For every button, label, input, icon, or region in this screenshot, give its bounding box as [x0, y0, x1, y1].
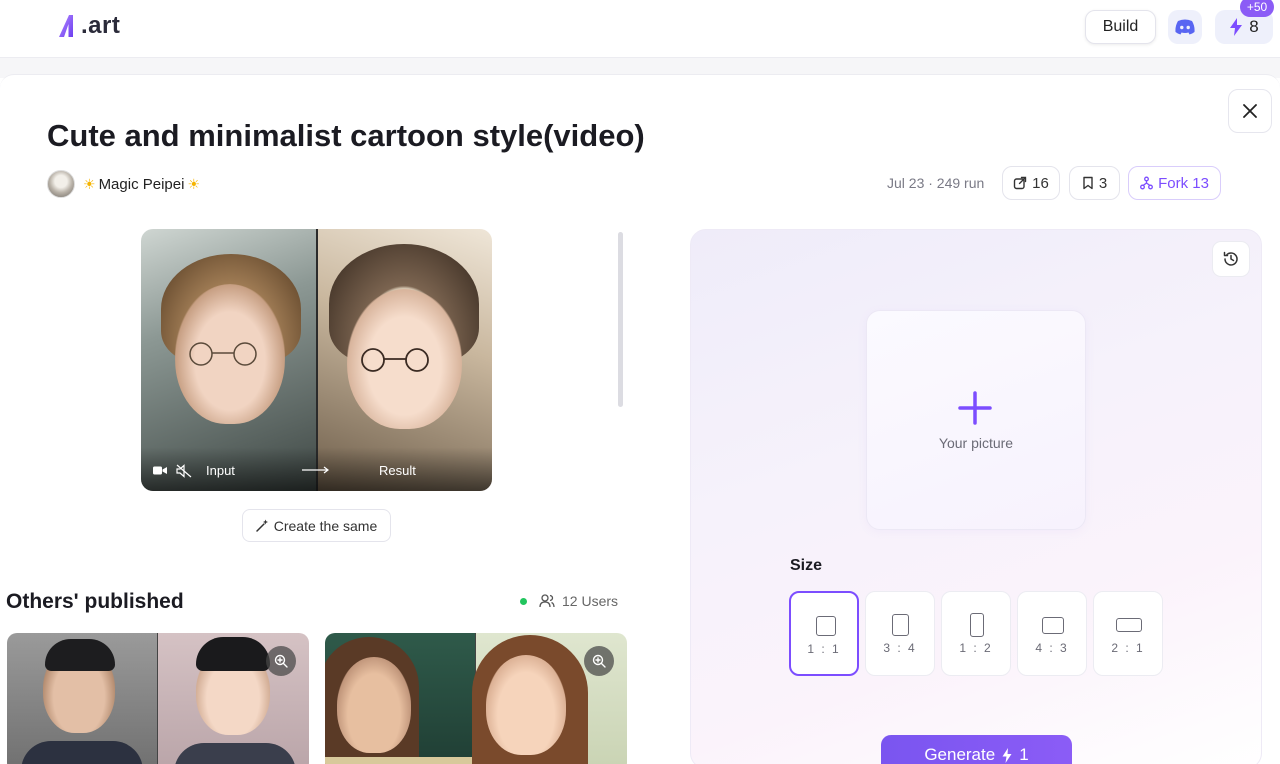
page-title: Cute and minimalist cartoon style(video): [47, 118, 645, 153]
wide-ratio-icon: [1116, 618, 1142, 632]
size-option-label: 4 : 3: [1035, 641, 1069, 655]
video-camera-icon: [153, 466, 167, 475]
zoom-in-icon: [274, 654, 288, 668]
size-option-label: 2 : 1: [1111, 641, 1145, 655]
magic-wand-icon: [256, 519, 268, 532]
bookmark-icon: [1083, 176, 1093, 190]
arrow-right-icon: [302, 466, 329, 474]
top-bar: .art Build 8 +50: [0, 0, 1280, 58]
users-count-label: 12 Users: [562, 593, 619, 609]
share-count: 16: [1032, 174, 1049, 192]
landscape-ratio-icon: [1042, 617, 1064, 634]
upload-picture-label: Your picture: [938, 435, 1014, 451]
sun-icon: ☀: [187, 175, 201, 192]
bookmark-button[interactable]: 3: [1069, 166, 1120, 200]
portrait-ratio-icon: [892, 614, 909, 636]
discord-icon: [1175, 19, 1195, 35]
size-option-2-1[interactable]: 2 : 1: [1093, 591, 1163, 676]
logo-mark-icon: [59, 15, 73, 37]
result-label: Result: [379, 463, 416, 478]
square-ratio-icon: [816, 616, 836, 636]
credits-bonus-badge: +50: [1240, 0, 1274, 17]
close-icon: [1243, 104, 1257, 118]
credits-count: 8: [1249, 17, 1259, 36]
size-option-label: 3 : 4: [883, 641, 917, 655]
zoom-in-icon: [592, 654, 606, 668]
author[interactable]: ☀ Magic Peipei ☀: [47, 170, 200, 198]
size-option-label: 1 : 1: [807, 642, 841, 656]
size-option-label: 1 : 2: [959, 641, 993, 655]
history-icon: [1223, 251, 1238, 266]
lightning-icon: [1230, 18, 1243, 36]
card-face: [486, 655, 566, 755]
card-input-photo: [7, 633, 157, 764]
mute-icon[interactable]: [176, 464, 192, 478]
zoom-in-button[interactable]: [584, 646, 614, 676]
size-option-4-3[interactable]: 4 : 3: [1017, 591, 1087, 676]
logo[interactable]: .art: [56, 12, 120, 40]
size-option-3-4[interactable]: 3 : 4: [865, 591, 935, 676]
published-card[interactable]: [325, 633, 627, 764]
generate-cost: 1: [1019, 745, 1029, 764]
card-hair: [45, 639, 115, 671]
published-card[interactable]: [7, 633, 309, 764]
scrollbar[interactable]: [618, 232, 623, 407]
users-icon: [539, 594, 555, 608]
build-button[interactable]: Build: [1085, 10, 1156, 44]
fork-button[interactable]: Fork 13: [1128, 166, 1221, 200]
example-video-preview[interactable]: Input Result: [141, 229, 492, 491]
card-input-photo: [325, 633, 475, 764]
card-suit: [21, 741, 143, 764]
history-button[interactable]: [1212, 241, 1250, 277]
sun-icon: ☀: [83, 175, 96, 192]
create-the-same-label: Create the same: [273, 517, 378, 534]
author-name: Magic Peipei: [98, 175, 185, 193]
size-heading: Size: [790, 557, 823, 574]
size-option-1-2[interactable]: 1 : 2: [941, 591, 1011, 676]
card-face: [337, 657, 411, 753]
others-published-heading: Others' published: [6, 590, 184, 613]
card-suit: [174, 743, 296, 764]
fork-label: Fork 13: [1158, 174, 1209, 192]
lightning-icon: [1002, 747, 1012, 763]
share-icon: [1013, 176, 1027, 190]
generate-label: Generate: [924, 745, 996, 764]
zoom-in-button[interactable]: [266, 646, 296, 676]
close-button[interactable]: [1228, 89, 1272, 133]
discord-button[interactable]: [1168, 10, 1202, 44]
workflow-meta: Jul 23 · 249 run: [887, 175, 985, 191]
bookmark-count: 3: [1098, 174, 1108, 192]
size-option-1-1[interactable]: 1 : 1: [789, 591, 859, 676]
users-count: 12 Users: [520, 593, 618, 609]
input-label: Input: [206, 463, 235, 478]
card-hair: [196, 637, 270, 671]
logo-text: .art: [81, 12, 121, 39]
online-status-dot: [520, 597, 527, 605]
avatar[interactable]: [47, 170, 75, 198]
tall-ratio-icon: [970, 613, 984, 637]
create-the-same-button[interactable]: Create the same: [242, 509, 391, 542]
card-table: [325, 757, 475, 764]
glasses-graphic: [361, 348, 429, 372]
glasses-graphic: [189, 342, 257, 366]
share-button[interactable]: 16: [1002, 166, 1060, 200]
generate-button[interactable]: Generate 1: [881, 735, 1072, 764]
fork-icon: [1140, 176, 1154, 190]
author-name-wrap[interactable]: ☀ Magic Peipei ☀: [83, 176, 200, 193]
plus-icon: [958, 391, 992, 425]
